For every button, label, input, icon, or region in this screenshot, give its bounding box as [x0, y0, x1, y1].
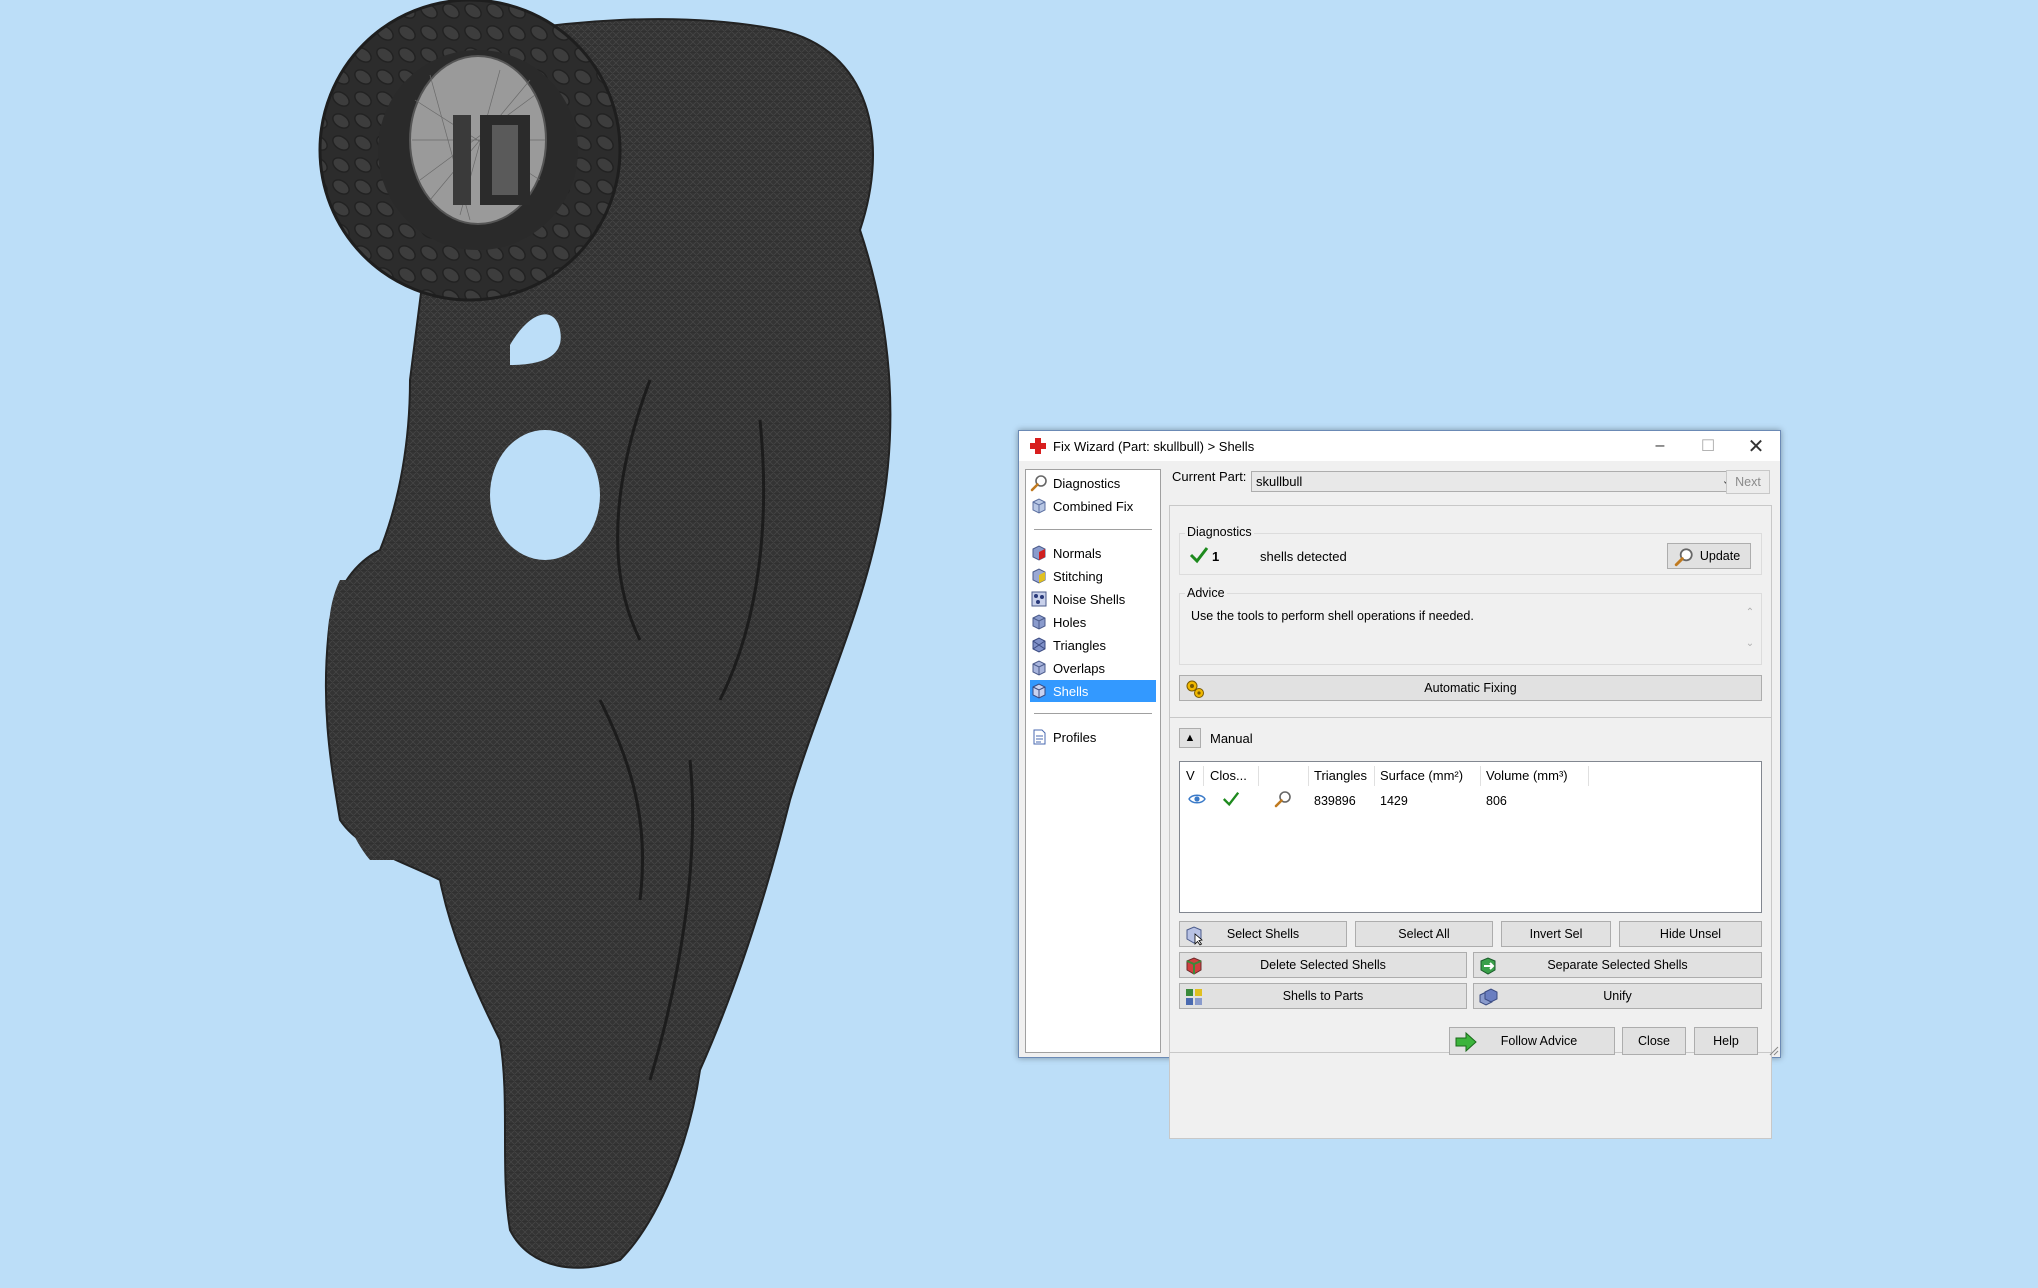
select-all-button[interactable]: Select All: [1355, 921, 1493, 947]
checkmark-icon: [1222, 791, 1240, 807]
resize-grip-icon[interactable]: [1767, 1044, 1779, 1056]
update-button[interactable]: Update: [1667, 543, 1751, 569]
magnifier-icon[interactable]: [1274, 790, 1292, 808]
nav-item-stitching[interactable]: Stitching: [1030, 565, 1156, 587]
update-label: Update: [1699, 549, 1741, 563]
nav-item-profiles[interactable]: Profiles: [1030, 726, 1156, 748]
nav-item-label: Diagnostics: [1053, 475, 1121, 491]
separate-shells-icon: [1480, 957, 1496, 975]
advice-scrollbar[interactable]: ⌃ ⌄: [1743, 607, 1757, 661]
unify-button[interactable]: Unify: [1473, 983, 1762, 1009]
delete-shells-icon: [1186, 957, 1202, 975]
current-part-label: Current Part:: [1172, 469, 1247, 484]
nav-item-label: Shells: [1053, 683, 1089, 699]
col-header-surface[interactable]: Surface (mm²): [1380, 768, 1463, 783]
gears-icon: [1186, 680, 1204, 698]
nav-item-noise-shells[interactable]: Noise Shells: [1030, 588, 1156, 610]
nav-item-normals[interactable]: Normals: [1030, 542, 1156, 564]
separate-selected-shells-button[interactable]: Separate Selected Shells: [1473, 952, 1762, 978]
select-shells-icon: [1186, 926, 1203, 946]
diagnostics-title: Diagnostics: [1185, 525, 1254, 539]
checkmark-icon: [1189, 547, 1209, 564]
red-cross-icon: [1030, 438, 1046, 454]
advice-group: [1179, 593, 1762, 665]
col-header-closed[interactable]: Clos...: [1210, 768, 1247, 783]
collapse-manual-button[interactable]: ▲: [1179, 728, 1201, 748]
select-shells-button[interactable]: Select Shells: [1179, 921, 1347, 947]
nav-item-label: Overlaps: [1053, 660, 1106, 676]
nav-item-label: Triangles: [1053, 637, 1106, 653]
scroll-up-icon[interactable]: ⌃: [1743, 607, 1757, 618]
next-button[interactable]: Next: [1726, 470, 1770, 494]
col-header-visible[interactable]: V: [1186, 768, 1195, 783]
manual-title: Manual: [1210, 731, 1253, 746]
col-header-volume[interactable]: Volume (mm³): [1486, 768, 1568, 783]
scroll-down-icon[interactable]: ⌄: [1743, 638, 1757, 649]
nav-item-label: Profiles: [1053, 729, 1097, 745]
nav-item-overlaps[interactable]: Overlaps: [1030, 657, 1156, 679]
magnifier-icon: [1674, 548, 1693, 567]
delete-selected-shells-label: Delete Selected Shells: [1260, 958, 1386, 972]
shells-table[interactable]: V Clos... Triangles Surface (mm²) Volume…: [1179, 761, 1762, 913]
nav-item-label: Holes: [1053, 614, 1087, 630]
nav-separator: [1034, 529, 1152, 530]
nav-item-diagnostics[interactable]: Diagnostics: [1030, 472, 1156, 494]
holes-cube-icon: [1032, 614, 1046, 630]
row-surface: 1429: [1380, 794, 1408, 808]
advice-text: Use the tools to perform shell operation…: [1191, 609, 1474, 623]
col-header-triangles[interactable]: Triangles: [1314, 768, 1367, 783]
automatic-fixing-label: Automatic Fixing: [1424, 681, 1517, 695]
nav-separator: [1034, 713, 1152, 714]
document-icon: [1033, 729, 1046, 745]
nav-item-combined-fix[interactable]: Combined Fix: [1030, 495, 1156, 517]
stitching-cube-icon: [1032, 568, 1046, 584]
cube-icon: [1032, 498, 1046, 514]
invert-sel-button[interactable]: Invert Sel: [1501, 921, 1611, 947]
close-button[interactable]: Close: [1622, 1027, 1686, 1055]
hide-unsel-button[interactable]: Hide Unsel: [1619, 921, 1762, 947]
nav-item-label: Stitching: [1053, 568, 1103, 584]
nav-item-label: Normals: [1053, 545, 1102, 561]
row-triangles: 839896: [1314, 794, 1356, 808]
separate-selected-shells-label: Separate Selected Shells: [1547, 958, 1688, 972]
eye-icon[interactable]: [1188, 792, 1206, 806]
shell-count: 1: [1212, 549, 1220, 564]
automatic-fixing-button[interactable]: Automatic Fixing: [1179, 675, 1762, 701]
fix-category-nav: Diagnostics Combined Fix Normals Stitchi…: [1025, 469, 1161, 1053]
nav-item-label: Noise Shells: [1053, 591, 1126, 607]
unify-label: Unify: [1603, 989, 1632, 1003]
nav-item-holes[interactable]: Holes: [1030, 611, 1156, 633]
close-window-button[interactable]: ✕: [1732, 431, 1780, 461]
select-shells-label: Select Shells: [1226, 927, 1300, 941]
nav-item-triangles[interactable]: Triangles: [1030, 634, 1156, 656]
help-button[interactable]: Help: [1694, 1027, 1758, 1055]
dialog-title: Fix Wizard (Part: skullbull) > Shells: [1053, 438, 1255, 454]
fix-wizard-dialog: Fix Wizard (Part: skullbull) > Shells – …: [1018, 430, 1781, 1139]
normals-cube-icon: [1032, 545, 1046, 561]
magnifier-icon: [1030, 475, 1047, 492]
nav-item-shells[interactable]: Shells: [1030, 680, 1156, 702]
current-part-select[interactable]: skullbull ⌄: [1251, 471, 1738, 492]
shells-to-parts-button[interactable]: Shells to Parts: [1179, 983, 1467, 1009]
shells-to-parts-icon: [1186, 989, 1202, 1005]
shells-cube-icon: [1032, 683, 1046, 699]
maximize-button[interactable]: ☐: [1684, 431, 1732, 461]
shells-to-parts-label: Shells to Parts: [1282, 989, 1364, 1003]
row-volume: 806: [1486, 794, 1507, 808]
nav-item-label: Combined Fix: [1053, 498, 1134, 514]
arrow-right-icon: [1455, 1031, 1477, 1053]
minimize-button[interactable]: –: [1636, 431, 1684, 461]
current-part-value: skullbull: [1256, 474, 1303, 489]
chevron-up-icon: ▲: [1184, 732, 1196, 744]
unify-icon: [1479, 988, 1498, 1006]
advice-title: Advice: [1185, 586, 1227, 600]
delete-selected-shells-button[interactable]: Delete Selected Shells: [1179, 952, 1467, 978]
title-bar[interactable]: Fix Wizard (Part: skullbull) > Shells – …: [1019, 431, 1780, 461]
triangles-cube-icon: [1032, 637, 1046, 653]
follow-advice-label: Follow Advice: [1500, 1034, 1578, 1048]
follow-advice-button[interactable]: Follow Advice: [1449, 1027, 1615, 1055]
overlaps-cube-icon: [1032, 660, 1046, 676]
noise-shells-icon: [1031, 591, 1047, 607]
shells-detected-text: shells detected: [1260, 549, 1347, 564]
